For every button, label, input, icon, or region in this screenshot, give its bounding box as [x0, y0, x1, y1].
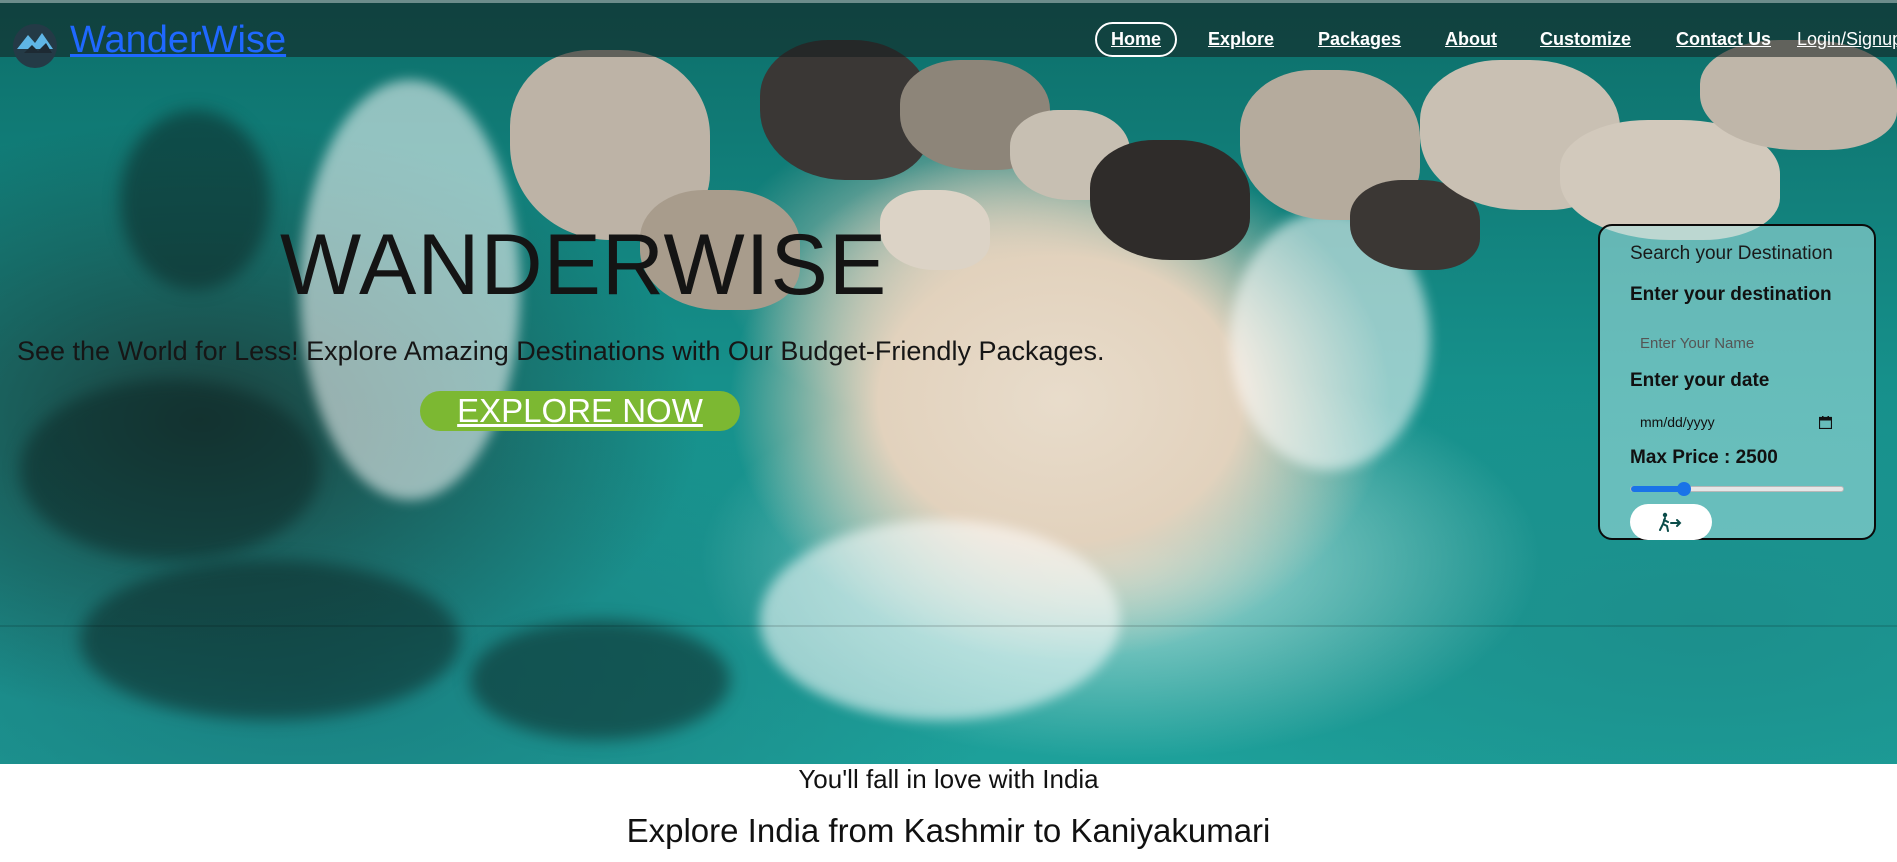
section-headline: Explore India from Kashmir to Kaniyakuma…	[626, 812, 1271, 849]
nav-home-link[interactable]: Home	[1095, 22, 1178, 57]
nav-explore-link[interactable]: Explore	[1208, 29, 1274, 50]
explore-now-button[interactable]: EXPLORE NOW	[420, 391, 740, 431]
section-tagline: You'll fall in love with India	[798, 764, 1099, 794]
search-panel-title: Search your Destination	[1630, 243, 1833, 264]
destination-label: Enter your destination	[1630, 284, 1832, 305]
rock-shape	[880, 190, 990, 270]
nav-contact-link[interactable]: Contact Us	[1676, 29, 1771, 50]
hero-title: WANDERWISE	[280, 217, 888, 313]
search-submit-button[interactable]	[1630, 504, 1712, 540]
globe-mountain-logo-icon[interactable]	[12, 23, 58, 69]
reef-shape	[470, 620, 730, 740]
search-destination-panel: Search your Destination Enter your desti…	[1598, 224, 1876, 540]
calendar-icon[interactable]	[1819, 415, 1832, 429]
nav-packages-link[interactable]: Packages	[1318, 29, 1401, 50]
rock-shape	[1090, 140, 1250, 260]
max-price-slider[interactable]	[1630, 482, 1844, 496]
reef-shape	[80, 560, 460, 720]
destination-input[interactable]	[1630, 322, 1842, 364]
navbar: WanderWise Home Explore Packages About C…	[0, 0, 1897, 68]
person-walking-arrow-icon	[1659, 512, 1682, 532]
date-placeholder-text: mm/dd/yyyy	[1640, 414, 1715, 430]
reef-shape	[120, 110, 270, 290]
surf-foam	[760, 520, 1120, 720]
nav-customize-link[interactable]: Customize	[1540, 29, 1631, 50]
login-signup-link[interactable]: Login/Signup	[1797, 29, 1897, 50]
reef-shape	[20, 380, 320, 560]
hero-subtitle: See the World for Less! Explore Amazing …	[17, 336, 1105, 366]
hero-divider-line	[0, 625, 1897, 627]
max-price-label: Max Price : 2500	[1630, 447, 1778, 468]
brand-name-link[interactable]: WanderWise	[70, 19, 286, 62]
slider-thumb[interactable]	[1677, 482, 1691, 496]
date-label: Enter your date	[1630, 370, 1770, 391]
nav-about-link[interactable]: About	[1445, 29, 1497, 50]
date-input[interactable]: mm/dd/yyyy	[1630, 407, 1842, 437]
